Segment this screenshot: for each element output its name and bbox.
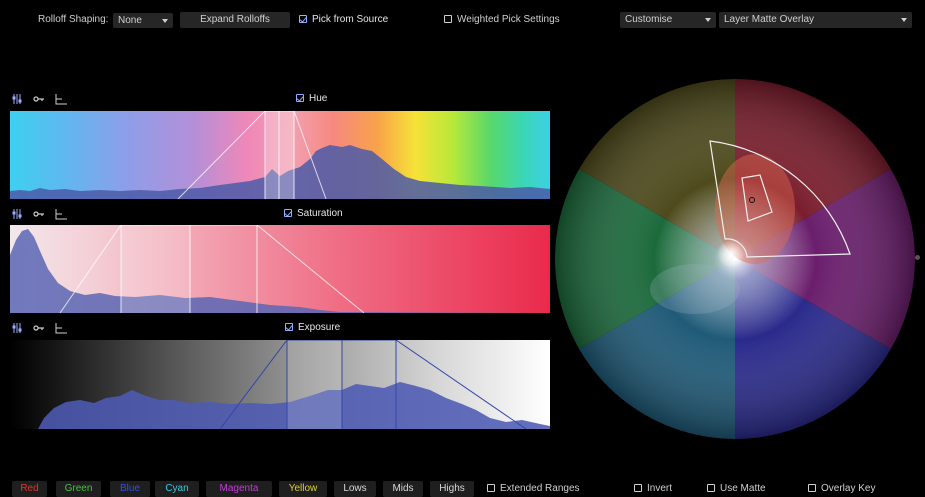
invert-checkbox[interactable]: Invert (634, 482, 672, 496)
rolloff-shaping-dropdown[interactable]: None (113, 13, 173, 28)
chevron-down-icon (162, 19, 168, 23)
overlay-key-label: Overlay Key (821, 483, 876, 494)
checkbox-icon (444, 15, 452, 23)
magenta-button[interactable]: Magenta (206, 481, 272, 497)
axis-icon (55, 323, 67, 334)
saturation-checkbox[interactable]: Saturation (284, 207, 343, 221)
hue-checkbox[interactable]: Hue (296, 92, 327, 106)
hue-tools (12, 93, 72, 107)
cyan-button[interactable]: Cyan (155, 481, 199, 497)
sliders-icon (12, 323, 22, 333)
rolloff-shaping-value: None (118, 15, 142, 26)
exposure-label: Exposure (298, 322, 341, 333)
overlay-mode-value: Layer Matte Overlay (724, 14, 815, 25)
checkbox-icon (707, 484, 715, 492)
rolloff-shaping-label: Rolloff Shaping: (38, 14, 109, 25)
key-icon (33, 96, 44, 102)
mids-button[interactable]: Mids (383, 481, 423, 497)
exposure-selection-band (287, 340, 342, 429)
chevron-down-icon (705, 18, 711, 22)
saturation-graph[interactable] (10, 225, 550, 313)
red-button[interactable]: Red (12, 481, 47, 497)
extended-ranges-checkbox[interactable]: Extended Ranges (487, 482, 580, 496)
checkbox-icon (634, 484, 642, 492)
color-wheel[interactable] (555, 79, 915, 439)
key-icon (33, 325, 44, 331)
exposure-checkbox[interactable]: Exposure (285, 321, 340, 335)
wheel-edge-handle[interactable] (915, 255, 920, 260)
weighted-pick-settings-label: Weighted Pick Settings (457, 14, 560, 25)
pick-from-source-label: Pick from Source (312, 14, 389, 25)
use-matte-label: Use Matte (720, 483, 766, 494)
saturation-label: Saturation (297, 208, 343, 219)
exposure-graph[interactable] (10, 340, 550, 429)
checkbox-icon (487, 484, 495, 492)
use-matte-checkbox[interactable]: Use Matte (707, 482, 766, 496)
lows-button[interactable]: Lows (334, 481, 376, 497)
extended-ranges-label: Extended Ranges (500, 483, 580, 494)
invert-label: Invert (647, 483, 673, 494)
hue-graph[interactable] (10, 111, 550, 199)
checkbox-icon (285, 323, 293, 331)
pick-from-source-checkbox[interactable]: Pick from Source (299, 13, 388, 27)
axis-icon (55, 209, 67, 220)
expand-rolloffs-button[interactable]: Expand Rolloffs (180, 12, 290, 28)
key-icon (33, 211, 44, 217)
checkbox-icon (299, 15, 307, 23)
customise-dropdown[interactable]: Customise (620, 12, 716, 28)
highs-button[interactable]: Highs (430, 481, 474, 497)
saturation-selection-band (121, 225, 190, 313)
overlay-mode-dropdown[interactable]: Layer Matte Overlay (719, 12, 912, 28)
hue-label: Hue (309, 93, 328, 104)
chevron-down-icon (901, 18, 907, 22)
sliders-icon (12, 209, 22, 219)
exposure-tools (12, 322, 72, 336)
weighted-pick-settings-checkbox[interactable]: Weighted Pick Settings (444, 13, 560, 27)
overlay-key-checkbox[interactable]: Overlay Key (808, 482, 875, 496)
sliders-icon (12, 94, 22, 104)
saturation-tools (12, 208, 72, 222)
checkbox-icon (808, 484, 816, 492)
blue-button[interactable]: Blue (110, 481, 150, 497)
checkbox-icon (284, 209, 292, 217)
customise-value: Customise (625, 14, 673, 25)
green-button[interactable]: Green (56, 481, 101, 497)
axis-icon (55, 94, 67, 105)
yellow-button[interactable]: Yellow (279, 481, 327, 497)
checkbox-icon (296, 94, 304, 102)
